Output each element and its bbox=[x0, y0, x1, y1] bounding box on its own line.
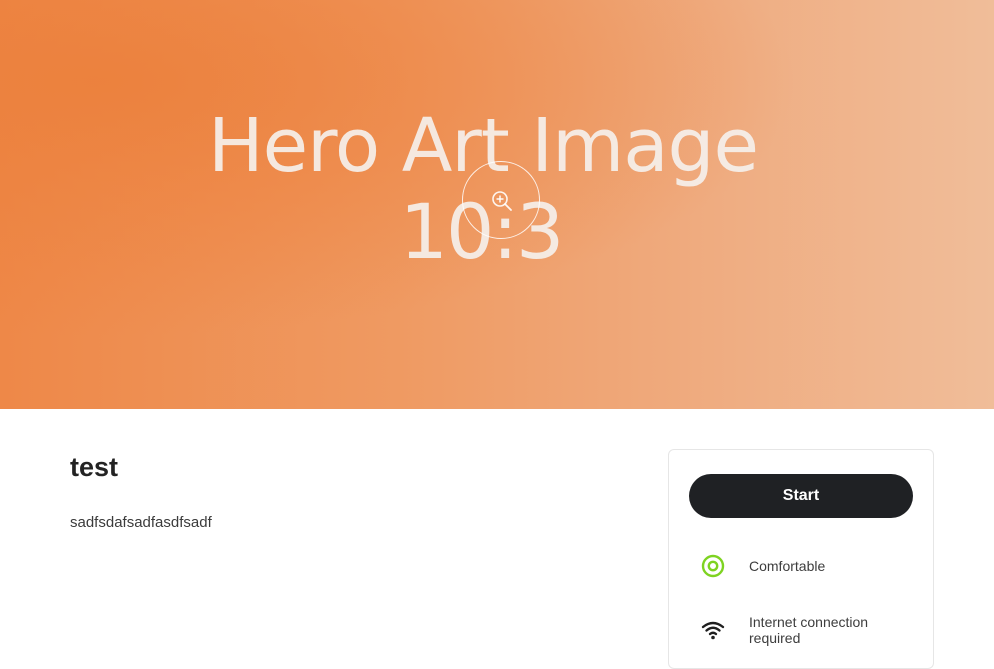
feature-comfortable: Comfortable bbox=[699, 552, 899, 580]
zoom-in-icon bbox=[492, 191, 512, 211]
feature-internet: Internet connection required bbox=[699, 614, 899, 646]
page-title: test bbox=[70, 452, 119, 482]
feature-label: Comfortable bbox=[749, 558, 826, 574]
feature-label: Internet connection required bbox=[749, 614, 869, 646]
action-card: Start Comfortable Internet connection re… bbox=[668, 449, 934, 669]
target-circle-icon bbox=[699, 552, 727, 580]
start-button[interactable]: Start bbox=[689, 474, 913, 518]
zoom-button[interactable] bbox=[462, 161, 540, 239]
hero-art-image: Hero Art Image 10:3 bbox=[0, 0, 994, 409]
page-description: sadfsdafsadfasdfsadf bbox=[70, 514, 212, 531]
wifi-icon bbox=[699, 616, 727, 644]
